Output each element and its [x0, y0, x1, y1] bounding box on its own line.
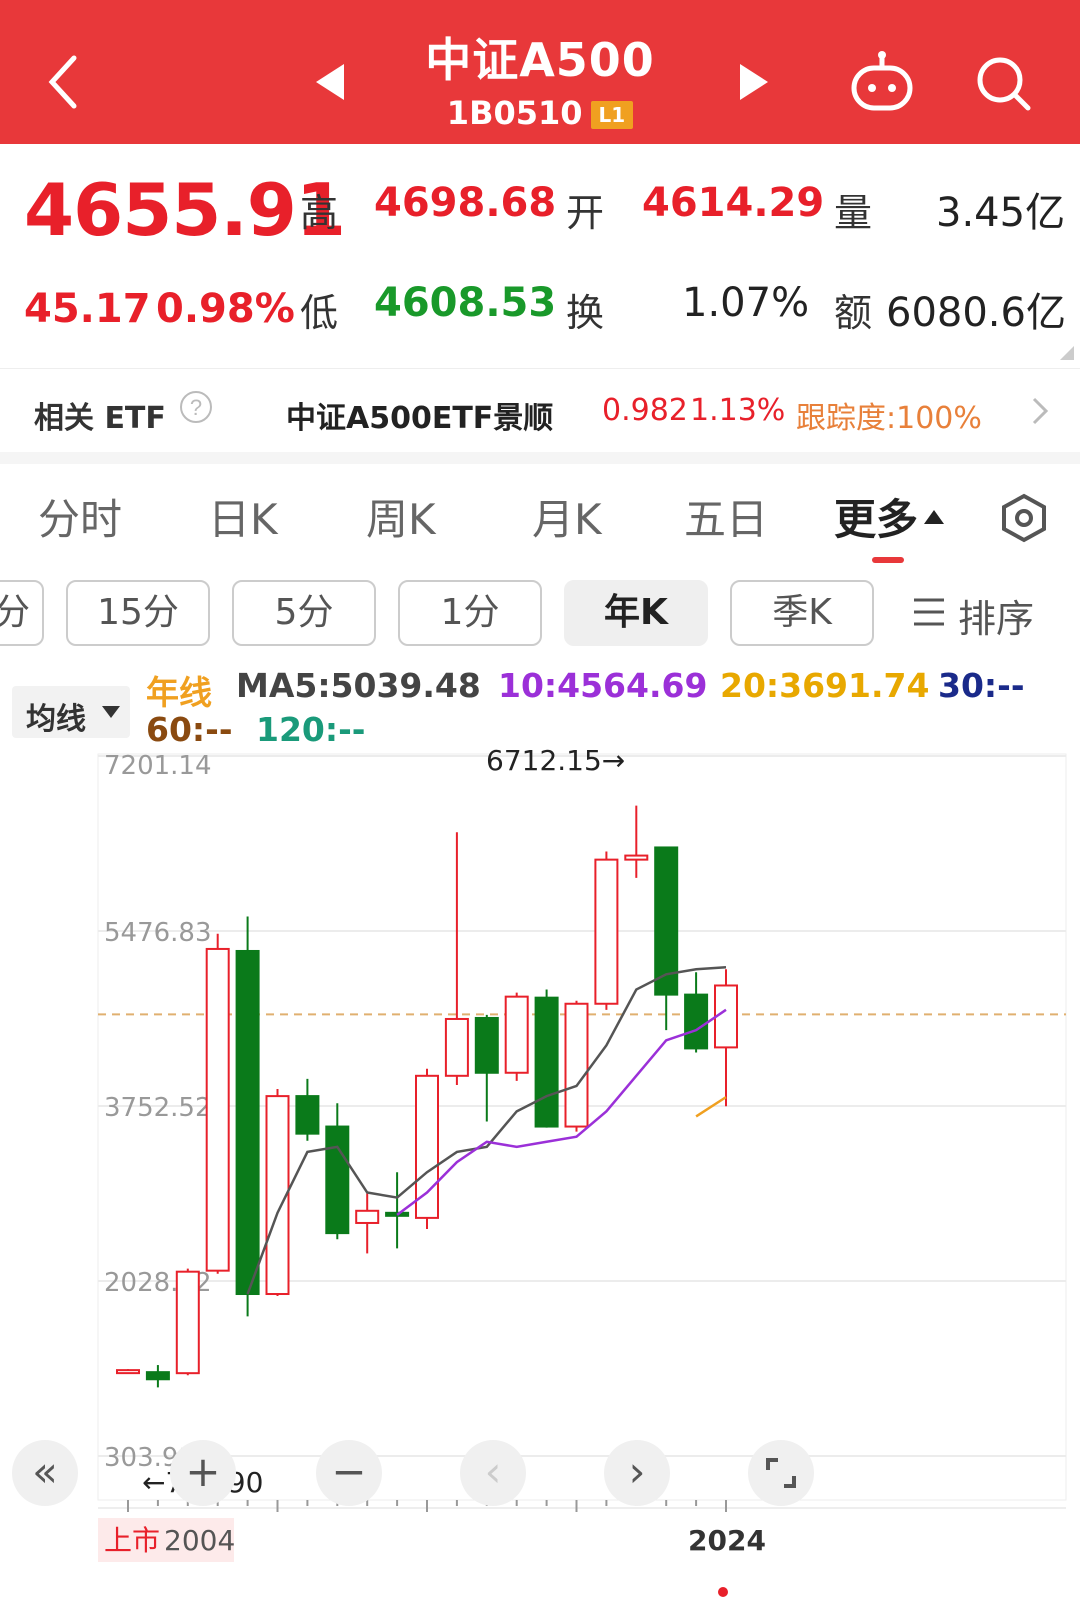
etf-pct: 1.13% [690, 393, 786, 428]
pan-right-icon[interactable]: › [604, 1440, 670, 1506]
volume-label: 量 [834, 191, 873, 235]
etf-price: 0.982 [602, 393, 688, 428]
tab-daily-k[interactable]: 日K [208, 486, 278, 547]
section-divider [0, 452, 1080, 464]
ma20-value: 20:3691.74 [720, 666, 930, 705]
tab-monthly-k[interactable]: 月K [532, 486, 602, 547]
caret-up-icon [924, 510, 944, 524]
x-label-listing: 上市 [104, 1524, 160, 1557]
candle-body [205, 947, 230, 1272]
resize-corner-icon [1060, 346, 1074, 360]
y-tick-label: 5476.83 [104, 918, 212, 948]
page-title: 中证A500 [425, 33, 655, 87]
current-year-dot [718, 1587, 728, 1597]
chevron-right-icon[interactable] [1030, 395, 1050, 427]
zoom-out-icon[interactable]: − [316, 1440, 382, 1506]
candle-body [235, 949, 260, 1296]
active-tab-indicator [872, 557, 904, 563]
price-change: 45.17 [24, 286, 151, 332]
svg-text:?: ? [190, 395, 202, 420]
period-quarterly-k[interactable]: 季K [730, 580, 874, 646]
search-icon[interactable] [974, 54, 1034, 114]
candle-body [564, 1002, 589, 1128]
candle-body [534, 996, 559, 1128]
open-value: 4614.29 [642, 180, 825, 226]
fullscreen-icon[interactable] [748, 1440, 814, 1506]
tab-weekly-k[interactable]: 周K [366, 486, 436, 547]
x-label-end-year: 2024 [688, 1524, 766, 1557]
sort-button[interactable]: 排序 [958, 588, 1034, 643]
collapse-icon[interactable]: « [12, 1440, 78, 1506]
candle-body [444, 1017, 469, 1077]
candle-body [594, 858, 619, 1005]
ma-line-type: 年线 [146, 673, 212, 712]
high-value: 4698.68 [374, 180, 557, 226]
last-price: 4655.91 [24, 168, 346, 252]
amount-value: 6080.6亿 [886, 290, 1066, 336]
pan-left-icon[interactable]: ‹ [460, 1440, 526, 1506]
tab-more[interactable]: 更多 [834, 486, 918, 547]
candle-body [325, 1125, 350, 1235]
candle-body [355, 1209, 380, 1224]
x-label-start-year: 2004 [164, 1524, 235, 1557]
tab-five-day[interactable]: 五日 [684, 486, 768, 547]
code-text: 1B0510 [446, 94, 583, 132]
level-badge: L1 [590, 101, 634, 129]
tab-intraday[interactable]: 分时 [38, 486, 122, 547]
price-change-pct: 0.98% [156, 286, 295, 332]
robot-icon[interactable] [848, 50, 916, 114]
period-5min[interactable]: 5分 [232, 580, 376, 646]
caret-down-icon [102, 706, 120, 718]
zoom-in-icon[interactable]: + [170, 1440, 236, 1506]
candle-body [504, 995, 529, 1074]
high-label: 高 [300, 191, 339, 235]
etf-name: 中证A500ETF景顺 [286, 401, 554, 436]
period-1min[interactable]: 1分 [398, 580, 542, 646]
index-code: 1B0510 L1 [0, 94, 1080, 132]
y-tick-label: 3752.52 [104, 1093, 212, 1123]
candle-body [175, 1270, 200, 1375]
candle-body [415, 1074, 439, 1219]
max-price-annotation: 6712.15→ [486, 744, 625, 777]
ma30-value: 30:-- [938, 666, 1025, 705]
turnover-value: 1.07% [682, 280, 810, 326]
low-label: 低 [300, 291, 339, 335]
candle-body [684, 993, 709, 1050]
low-value: 4608.53 [374, 280, 557, 326]
open-label: 开 [566, 191, 605, 235]
candle-body [474, 1016, 499, 1074]
period-yearly-k[interactable]: 年K [564, 580, 708, 646]
top-nav-bar: 中证A500 1B0510 L1 [0, 0, 1080, 144]
menu-lines-icon[interactable] [912, 596, 946, 628]
kline-chart[interactable]: 7201.145476.833752.522028.22303.916712.1… [0, 740, 1080, 1606]
next-triangle-icon[interactable] [736, 62, 770, 102]
volume-value: 3.45亿 [936, 190, 1066, 236]
y-tick-label: 7201.14 [104, 751, 212, 781]
etf-tracking: 跟踪度:100% [796, 401, 982, 436]
ma5-value: MA5:5039.48 [236, 666, 481, 705]
period-15min[interactable]: 15分 [66, 580, 210, 646]
ma-selector-label: 均线 [26, 702, 86, 737]
etf-label: 相关 ETF [34, 401, 166, 436]
amount-label: 额 [834, 291, 873, 335]
related-etf-bar[interactable]: 相关 ETF ? 中证A500ETF景顺 0.982 1.13% 跟踪度:100… [0, 368, 1080, 451]
help-icon[interactable]: ? [178, 389, 214, 425]
ma10-value: 10:4564.69 [498, 666, 708, 705]
ma-selector[interactable]: 均线 [12, 686, 130, 738]
candle-body [295, 1095, 320, 1135]
settings-hex-icon[interactable] [998, 492, 1050, 544]
candle-body [624, 854, 649, 861]
turnover-label: 换 [566, 291, 605, 335]
period-minute[interactable]: 分 [0, 580, 44, 646]
candle-body [145, 1371, 170, 1381]
candle-body [116, 1369, 140, 1375]
